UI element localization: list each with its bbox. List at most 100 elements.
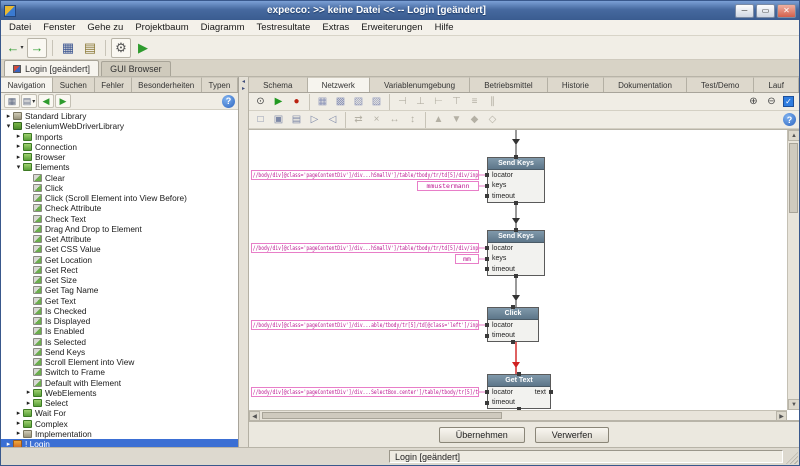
value-label-xpath-1[interactable]: //body/div[@class='pageContentDiv']/div.… (251, 170, 479, 180)
tab-dokumentation[interactable]: Dokumentation (604, 77, 687, 92)
history-forward-button[interactable]: → (27, 38, 47, 58)
menu-fenster[interactable]: Fenster (37, 21, 81, 34)
tree-item-imports[interactable]: ▸Imports (1, 132, 238, 142)
run-tests-button[interactable]: ▶ (133, 38, 153, 58)
tree-item-elements[interactable]: ▾Elements (1, 162, 238, 172)
scroll-down-icon[interactable]: ▼ (788, 399, 800, 410)
tree-item-implementation[interactable]: ▸Implementation (1, 429, 238, 439)
scroll-right-icon[interactable]: ▶ (776, 411, 787, 421)
expand-right-icon[interactable]: ▸ (4, 113, 13, 120)
vertical-scroll-thumb[interactable] (789, 143, 798, 213)
tab-besonderheiten[interactable]: Besonderheiten (132, 77, 202, 92)
tab-suchen[interactable]: Suchen (53, 77, 94, 92)
value-label-keys-1[interactable]: mmustermann (417, 181, 479, 191)
tab-netzwerk[interactable]: Netzwerk (308, 77, 370, 92)
tree-item-seleniumwebdriverlibrary[interactable]: ▾SeleniumWebDriverLibrary (1, 121, 238, 131)
tree-item-get-location[interactable]: Get Location (1, 255, 238, 265)
align-center-button[interactable]: ⊥ (412, 94, 429, 109)
tree-overview-button[interactable]: ▦ (4, 94, 20, 108)
disconnect-pins-button[interactable]: × (368, 112, 385, 127)
expand-right-icon[interactable]: ▸ (14, 410, 23, 417)
node-send-keys-2[interactable]: Send Keys locator keys timeout (487, 230, 545, 276)
distribute-h-button[interactable]: ≡ (466, 94, 483, 109)
insert-comment-button[interactable]: ▤ (288, 112, 305, 127)
tree-item-switch-to-frame[interactable]: Switch to Frame (1, 367, 238, 377)
help-button[interactable]: ? (222, 95, 235, 108)
tree-item-clear[interactable]: Clear (1, 173, 238, 183)
run-button[interactable]: ▶ (270, 94, 287, 109)
expand-right-icon[interactable]: ▸ (14, 143, 23, 150)
tree-item-drag-and-drop-to-element[interactable]: Drag And Drop to Element (1, 224, 238, 234)
expand-right-icon[interactable]: ▸ (14, 154, 23, 161)
expand-down-icon[interactable]: ▾ (4, 123, 13, 130)
expand-right-icon[interactable]: ▸ (14, 430, 23, 437)
save-as-button[interactable]: ▤ (80, 38, 100, 58)
overview-button[interactable]: ▨ (368, 94, 385, 109)
tree-item-get-rect[interactable]: Get Rect (1, 265, 238, 275)
maximize-button[interactable]: ▭ (756, 4, 775, 18)
fit-checkbox[interactable]: ✓ (783, 96, 794, 107)
network-canvas[interactable]: Send Keys locator keys timeout Send Keys… (249, 130, 787, 410)
scroll-left-icon[interactable]: ◀ (249, 411, 260, 421)
tree-item-send-keys[interactable]: Send Keys (1, 347, 238, 357)
doc-tab-login-geändert[interactable]: Login [geändert] (4, 60, 99, 76)
tab-schema[interactable]: Schema (249, 77, 308, 92)
tab-historie[interactable]: Historie (548, 77, 604, 92)
tab-typen[interactable]: Typen (202, 77, 238, 92)
insert-output-connector-button[interactable]: ◁ (324, 112, 341, 127)
history-back-button[interactable]: ←▾ (5, 38, 25, 58)
tree-item-scroll-element-into-view[interactable]: Scroll Element into View (1, 357, 238, 367)
tab-navigation[interactable]: Navigation (1, 77, 53, 92)
tab-betriebsmittel[interactable]: Betriebsmittel (470, 77, 548, 92)
tab-lauf[interactable]: Lauf (754, 77, 799, 92)
tree-item-click[interactable]: Click (1, 183, 238, 193)
expand-right-icon[interactable]: ▸ (14, 133, 23, 140)
help-button-diagram[interactable]: ? (783, 113, 796, 126)
menu-datei[interactable]: Datei (3, 21, 37, 34)
insert-step-button[interactable]: □ (252, 112, 269, 127)
output-pin[interactable] (549, 390, 553, 394)
tree-item-login[interactable]: ▸! Login (1, 439, 238, 447)
raise-node-button[interactable]: ▲ (430, 112, 447, 127)
discard-button[interactable]: Verwerfen (535, 427, 610, 443)
tree-item-get-size[interactable]: Get Size (1, 275, 238, 285)
tab-test-demo[interactable]: Test/Demo (687, 77, 754, 92)
collapse-left-icon[interactable]: ◂ (242, 79, 245, 85)
menu-erweiterungen[interactable]: Erweiterungen (355, 21, 428, 34)
menu-extras[interactable]: Extras (316, 21, 355, 34)
distribute-v-button[interactable]: ∥ (484, 94, 501, 109)
node-get-text[interactable]: Get Text locator text timeout (487, 374, 551, 409)
nav-forward-button[interactable]: ▶ (55, 94, 71, 108)
tree-item-default-with-element[interactable]: Default with Element (1, 378, 238, 388)
align-right-button[interactable]: ⊢ (430, 94, 447, 109)
tree-item-complex[interactable]: ▸Complex (1, 419, 238, 429)
insert-compound-button[interactable]: ▣ (270, 112, 287, 127)
connect-pins-button[interactable]: ⇄ (350, 112, 367, 127)
snap-grid-button[interactable]: ▩ (332, 94, 349, 109)
auto-layout-button[interactable]: ▧ (350, 94, 367, 109)
expand-right-icon[interactable]: ▸ (24, 400, 33, 407)
align-top-button[interactable]: ⊤ (448, 94, 465, 109)
doc-tab-gui-browser[interactable]: GUI Browser (101, 61, 171, 76)
lower-node-button[interactable]: ▼ (448, 112, 465, 127)
value-label-xpath-4[interactable]: //body/div[@class='pageContentDiv']/div.… (251, 387, 479, 397)
show-grid-button[interactable]: ▦ (314, 94, 331, 109)
tree-item-wait-for[interactable]: ▸Wait For (1, 408, 238, 418)
tree-item-get-text[interactable]: Get Text (1, 296, 238, 306)
tree-item-check-text[interactable]: Check Text (1, 214, 238, 224)
tree-item-is-enabled[interactable]: Is Enabled (1, 326, 238, 336)
save-button[interactable]: ▦ (58, 38, 78, 58)
route-horizontal-button[interactable]: ↔ (386, 112, 403, 127)
menu-testresultate[interactable]: Testresultate (250, 21, 316, 34)
align-left-button[interactable]: ⊣ (394, 94, 411, 109)
panel-splitter[interactable]: ◂ ▸ (239, 77, 249, 447)
close-button[interactable]: ✕ (777, 4, 796, 18)
vertical-scrollbar[interactable]: ▲ ▼ (787, 130, 799, 410)
resize-grip[interactable] (786, 452, 798, 464)
tab-fehler[interactable]: Fehler (95, 77, 132, 92)
value-label-keys-2[interactable]: mm (455, 254, 479, 264)
zoom-out-button[interactable]: ⊖ (763, 94, 780, 109)
expand-right-icon[interactable]: ▸ (24, 389, 33, 396)
tree-item-select[interactable]: ▸Select (1, 398, 238, 408)
value-label-xpath-2[interactable]: //body/div[@class='pageContentDiv']/div.… (251, 243, 479, 253)
